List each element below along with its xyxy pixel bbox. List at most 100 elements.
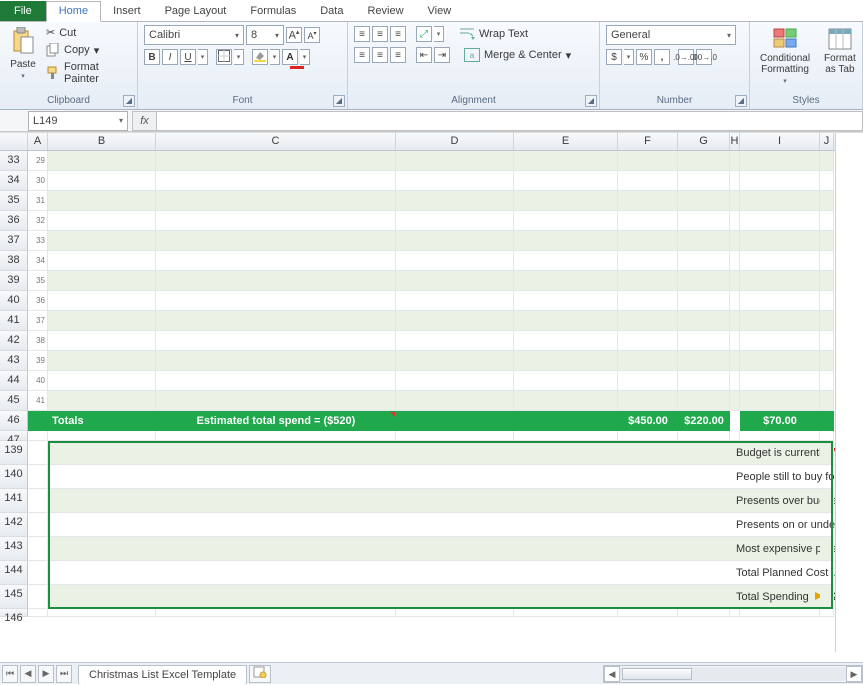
cell[interactable] <box>740 191 820 211</box>
new-sheet-button[interactable] <box>249 665 271 683</box>
cell[interactable] <box>678 211 730 231</box>
cell[interactable] <box>730 311 740 331</box>
cell[interactable] <box>730 351 740 371</box>
cell[interactable]: $450.00 <box>618 411 678 431</box>
font-color-button[interactable]: A <box>282 49 298 65</box>
cell[interactable] <box>48 513 156 537</box>
col-header[interactable]: D <box>396 133 514 150</box>
cell[interactable] <box>396 371 514 391</box>
cell[interactable] <box>678 585 730 609</box>
tab-file[interactable]: File <box>0 1 46 21</box>
dialog-launcher[interactable]: ◢ <box>123 95 135 107</box>
cell[interactable] <box>48 191 156 211</box>
cell[interactable] <box>618 251 678 271</box>
cell[interactable] <box>678 231 730 251</box>
cell[interactable]: 30 <box>28 171 48 191</box>
scroll-left-button[interactable]: ◀ <box>604 666 620 682</box>
cell[interactable] <box>618 465 678 489</box>
cell[interactable] <box>740 311 820 331</box>
cell[interactable] <box>618 513 678 537</box>
font-name-combo[interactable]: Calibri▾ <box>144 25 244 45</box>
cell[interactable] <box>820 431 834 441</box>
cell[interactable] <box>730 211 740 231</box>
cell[interactable] <box>28 411 48 431</box>
cell[interactable] <box>156 211 396 231</box>
cell[interactable] <box>730 271 740 291</box>
insert-function-button[interactable]: fx <box>132 111 156 131</box>
cell[interactable] <box>820 251 834 271</box>
wrap-text-button[interactable]: Wrap Text <box>458 25 529 43</box>
row-header[interactable]: 36 <box>0 211 28 231</box>
cell[interactable]: 35 <box>28 271 48 291</box>
cell[interactable] <box>48 585 156 609</box>
borders-dropdown[interactable]: ▾ <box>234 49 244 65</box>
row-header[interactable]: 143 <box>0 537 28 561</box>
cell[interactable] <box>618 171 678 191</box>
cell[interactable]: 32 <box>28 211 48 231</box>
cell[interactable] <box>678 431 730 441</box>
first-sheet-button[interactable]: ⏮ <box>2 665 18 683</box>
cell[interactable] <box>618 431 678 441</box>
cell[interactable] <box>156 537 396 561</box>
cell[interactable] <box>678 561 730 585</box>
next-sheet-button[interactable]: ▶ <box>38 665 54 683</box>
cell[interactable] <box>820 351 834 371</box>
cell[interactable] <box>514 231 618 251</box>
cell[interactable] <box>820 585 834 609</box>
cell[interactable] <box>730 431 740 441</box>
cell[interactable] <box>730 371 740 391</box>
cell[interactable] <box>396 537 514 561</box>
col-header[interactable]: J <box>820 133 834 150</box>
format-as-table-button[interactable]: Formatas Tab <box>820 25 860 93</box>
row-header[interactable]: 38 <box>0 251 28 271</box>
col-header[interactable]: I <box>740 133 820 150</box>
cell[interactable]: 31 <box>28 191 48 211</box>
cell[interactable] <box>740 291 820 311</box>
cell[interactable] <box>48 171 156 191</box>
cell[interactable] <box>678 191 730 211</box>
cell[interactable] <box>740 331 820 351</box>
cell[interactable]: $70.00 <box>740 411 820 431</box>
align-center-button[interactable]: ≡ <box>372 47 388 63</box>
worksheet-grid[interactable]: A B C D E F G H I J 33293430353136323733… <box>0 132 863 652</box>
cell[interactable] <box>28 431 48 441</box>
cell[interactable] <box>730 251 740 271</box>
merge-center-button[interactable]: a Merge & Center ▾ <box>464 47 571 63</box>
tab-review[interactable]: Review <box>355 2 415 21</box>
cell[interactable] <box>156 441 396 465</box>
cell[interactable] <box>156 489 396 513</box>
cell[interactable] <box>396 351 514 371</box>
fill-color-dropdown[interactable]: ▾ <box>270 49 280 65</box>
cell[interactable] <box>514 585 618 609</box>
cell[interactable] <box>396 609 514 617</box>
cell[interactable] <box>678 251 730 271</box>
cell[interactable] <box>396 191 514 211</box>
percent-format-button[interactable]: % <box>636 49 652 65</box>
align-middle-button[interactable]: ≡ <box>372 26 388 42</box>
cell[interactable] <box>678 331 730 351</box>
cell[interactable] <box>820 211 834 231</box>
cell[interactable] <box>740 351 820 371</box>
cell[interactable]: 39 <box>28 351 48 371</box>
cell[interactable] <box>618 371 678 391</box>
tab-data[interactable]: Data <box>308 2 355 21</box>
sheet-tab[interactable]: Christmas List Excel Template <box>78 665 247 685</box>
row-header[interactable]: 34 <box>0 171 28 191</box>
cell[interactable] <box>396 561 514 585</box>
formula-input[interactable] <box>156 111 863 131</box>
cell[interactable] <box>396 585 514 609</box>
cell[interactable] <box>48 465 156 489</box>
cell[interactable] <box>678 311 730 331</box>
row-header[interactable]: 35 <box>0 191 28 211</box>
row-header[interactable]: 33 <box>0 151 28 171</box>
cell[interactable] <box>396 251 514 271</box>
cell[interactable] <box>514 441 618 465</box>
copy-button[interactable]: Copy ▾ <box>46 42 131 58</box>
row-header[interactable]: 141 <box>0 489 28 513</box>
align-left-button[interactable]: ≡ <box>354 47 370 63</box>
align-right-button[interactable]: ≡ <box>390 47 406 63</box>
cell[interactable] <box>156 513 396 537</box>
orientation-button[interactable]: ⤢ <box>416 26 432 42</box>
row-header[interactable]: 40 <box>0 291 28 311</box>
cell[interactable] <box>396 441 514 465</box>
